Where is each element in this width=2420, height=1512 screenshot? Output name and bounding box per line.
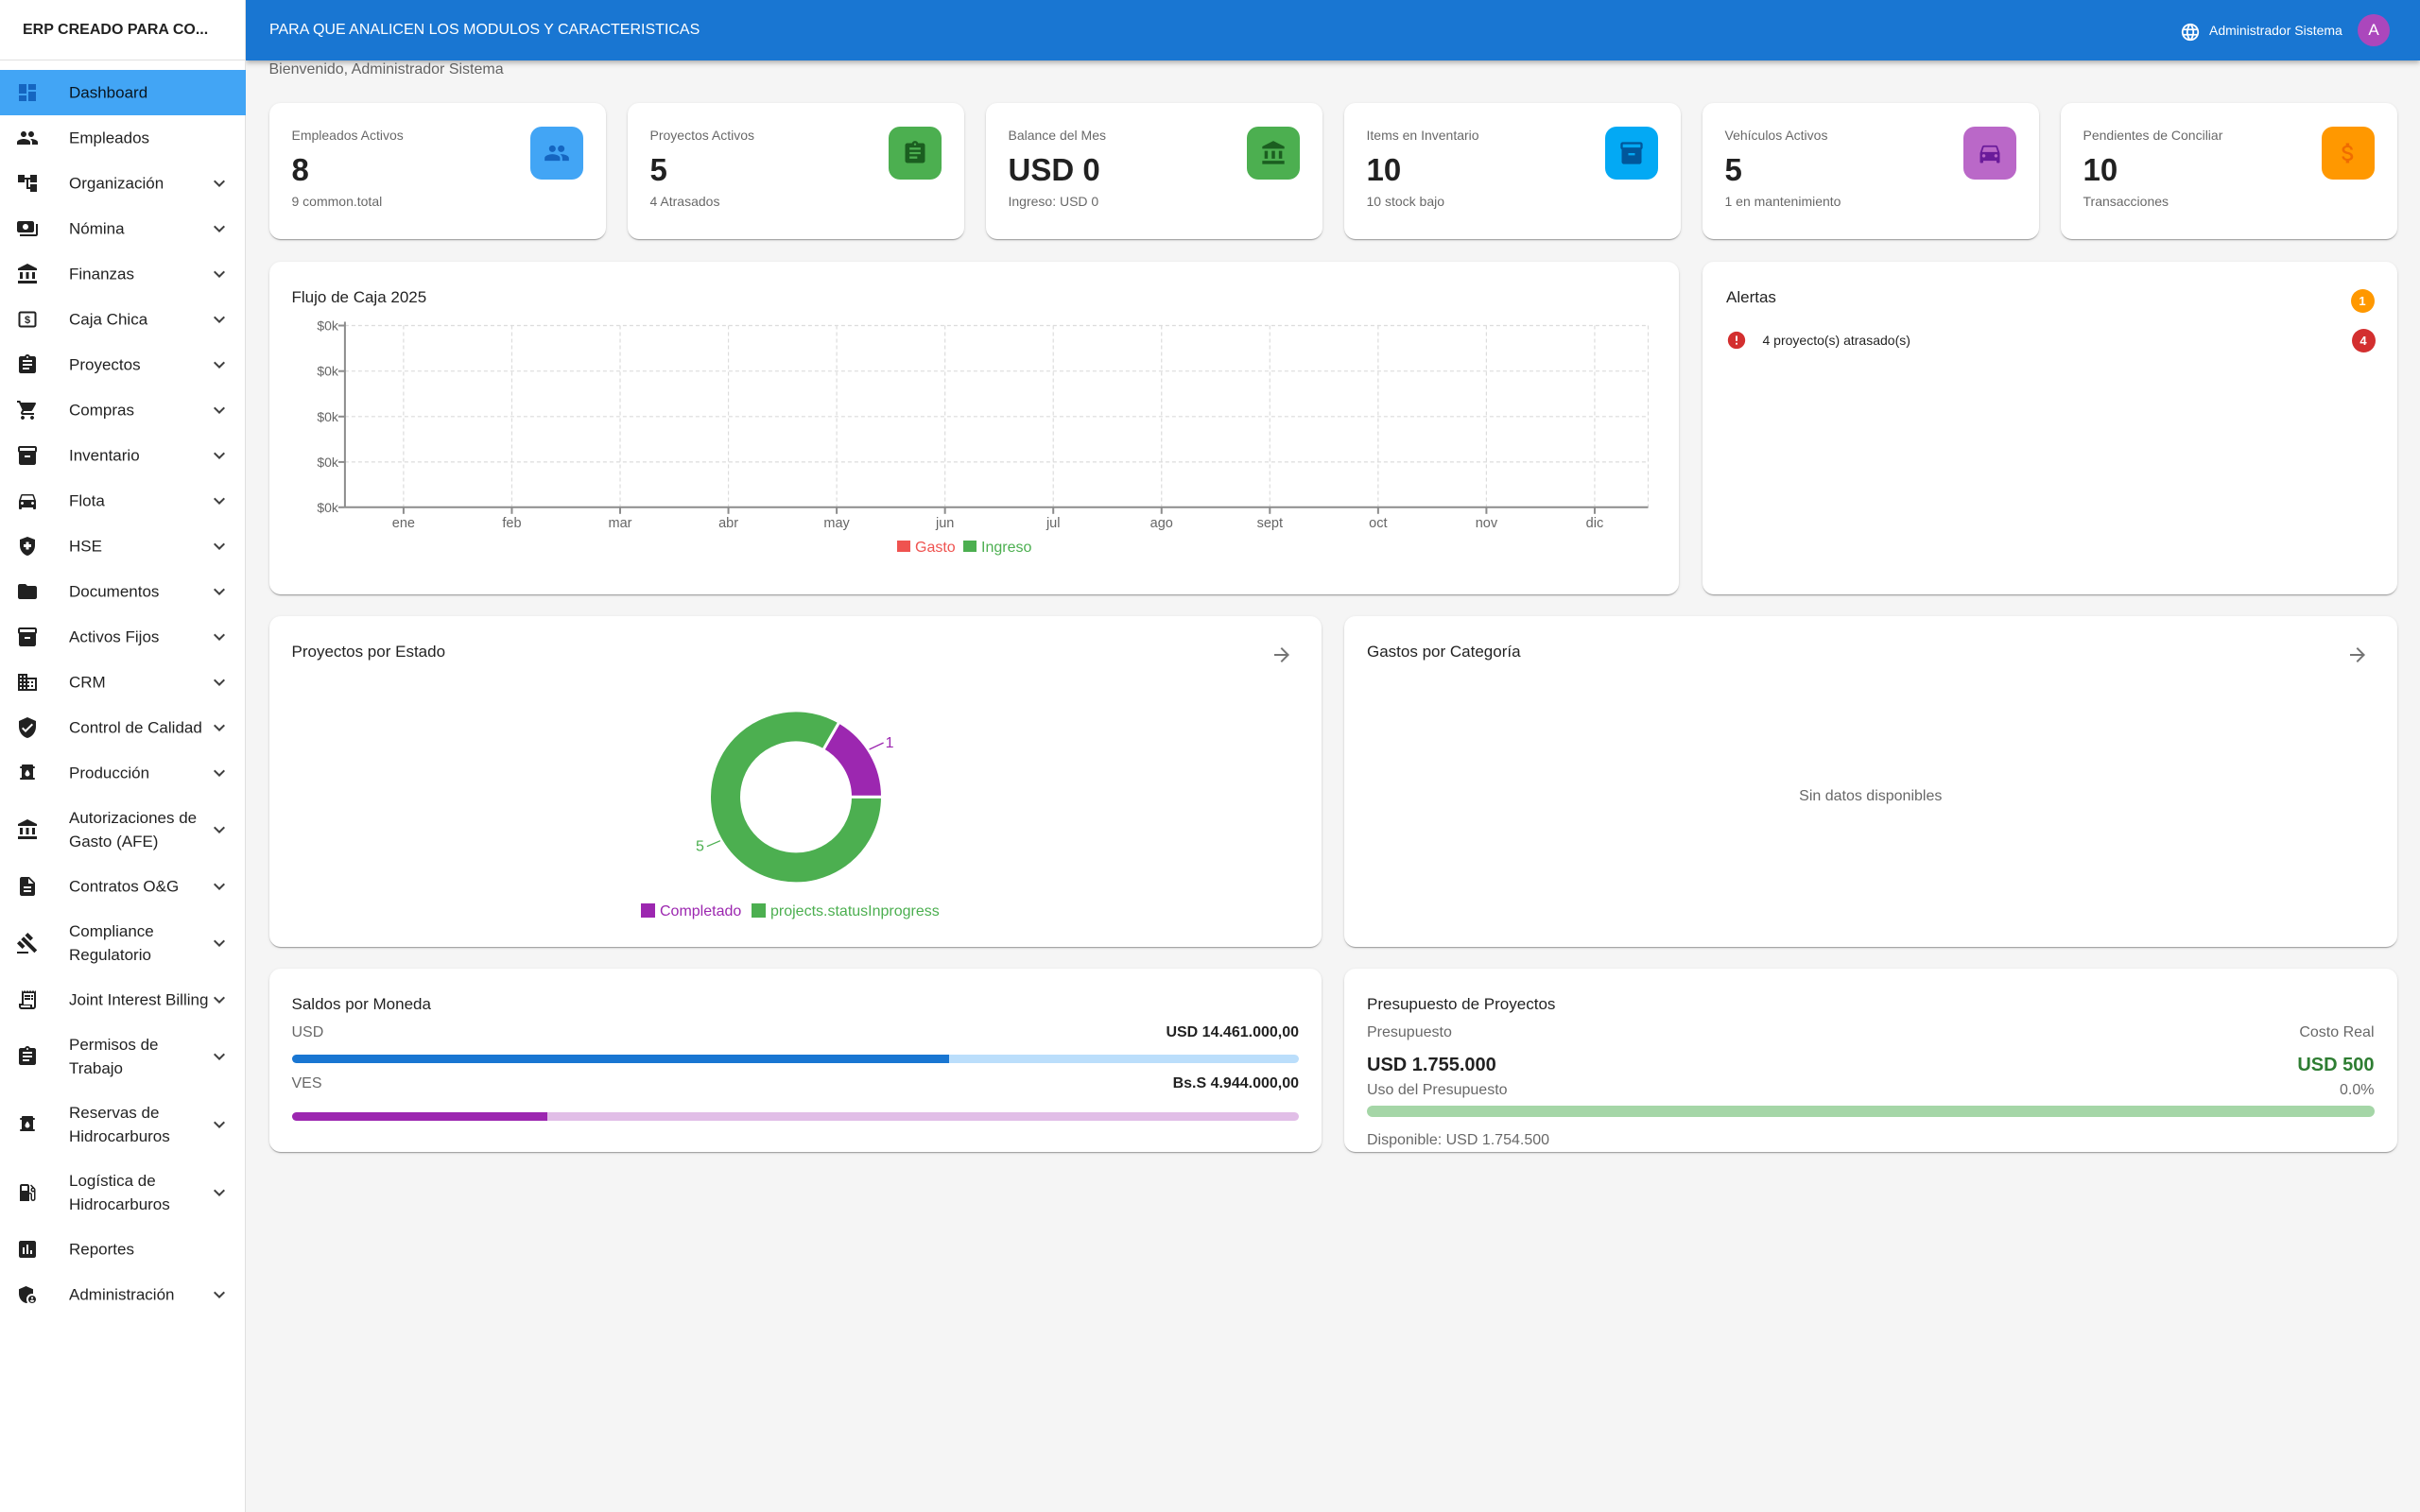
svg-text:oct: oct [1369, 515, 1387, 530]
svg-text:$0k: $0k [317, 363, 339, 378]
svg-text:1: 1 [885, 735, 893, 751]
svg-text:$: $ [25, 315, 30, 326]
svg-text:nov: nov [1475, 515, 1497, 530]
svg-text:mar: mar [608, 515, 631, 530]
svg-text:5: 5 [695, 839, 703, 855]
svg-text:Ingreso: Ingreso [981, 540, 1031, 556]
svg-text:$0k: $0k [317, 318, 339, 333]
svg-text:Completado: Completado [660, 903, 741, 919]
svg-text:projects.statusInprogress: projects.statusInprogress [770, 903, 940, 919]
svg-text:may: may [823, 515, 850, 530]
svg-text:ago: ago [1150, 515, 1172, 530]
svg-text:abr: abr [718, 515, 738, 530]
svg-text:$0k: $0k [317, 454, 339, 469]
svg-text:ene: ene [391, 515, 414, 530]
svg-text:dic: dic [1585, 515, 1603, 530]
svg-text:feb: feb [502, 515, 521, 530]
svg-text:$0k: $0k [317, 499, 339, 514]
svg-text:jun: jun [934, 515, 953, 530]
svg-text:sept: sept [1256, 515, 1282, 530]
svg-text:$0k: $0k [317, 408, 339, 423]
svg-text:jul: jul [1045, 515, 1060, 530]
svg-text:Gasto: Gasto [915, 540, 956, 556]
